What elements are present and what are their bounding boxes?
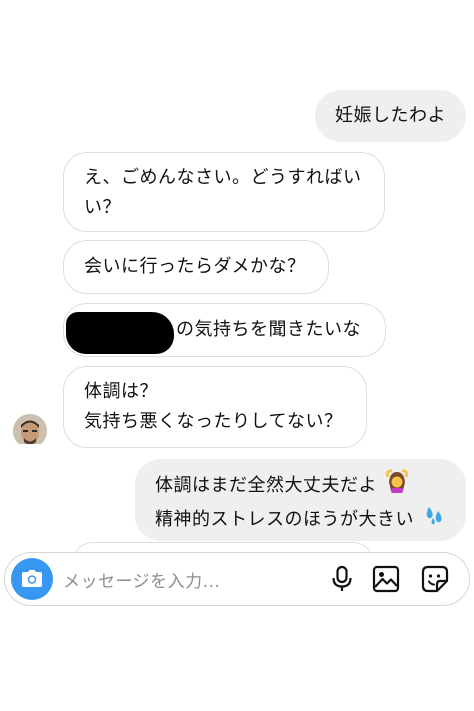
message-text: 体調は？ xyxy=(84,381,158,402)
message-input[interactable]: メッセージを入力... xyxy=(63,567,220,592)
sticker-button[interactable] xyxy=(420,564,450,594)
redaction-block xyxy=(66,312,174,354)
woman-gesturing-ok-icon xyxy=(385,469,409,503)
message-bubble-outgoing[interactable]: 体調はまだ全然大丈夫だよ 精神的ストレスのほうが大きい xyxy=(135,459,466,541)
message-bubble-incoming[interactable]: 体調は？ 気持ち悪くなったりしてない？ xyxy=(63,366,367,448)
microphone-icon xyxy=(332,565,352,591)
message-text: の気持ちを聞きたいな xyxy=(176,319,361,340)
message-composer: メッセージを入力... xyxy=(4,552,470,606)
message-text: い？ xyxy=(84,197,121,218)
message-bubble-incoming[interactable]: の気持ちを聞きたいな xyxy=(63,303,386,357)
microphone-button[interactable] xyxy=(327,564,357,594)
avatar[interactable] xyxy=(13,414,47,448)
gallery-button[interactable] xyxy=(371,564,401,594)
image-icon xyxy=(372,565,400,593)
camera-button[interactable] xyxy=(11,558,53,600)
message-bubble-incoming[interactable]: 会いに行ったらダメかな？ xyxy=(63,240,329,294)
message-bubble-outgoing[interactable]: 妊娠したわよ xyxy=(315,90,466,142)
message-text: 会いに行ったらダメかな？ xyxy=(84,256,306,277)
message-text: 気持ち悪くなったりしてない？ xyxy=(84,411,343,432)
sweat-droplets-icon xyxy=(422,503,446,537)
message-bubble-incoming[interactable]: え、ごめんなさい。どうすればい い？ xyxy=(63,152,385,232)
sticker-icon xyxy=(421,565,449,593)
camera-icon xyxy=(22,570,42,587)
message-text: 妊娠したわよ xyxy=(335,105,446,126)
message-text: 体調はまだ全然大丈夫だよ xyxy=(155,475,377,496)
message-text: え、ごめんなさい。どうすればい xyxy=(84,167,362,188)
message-text: 精神的ストレスのほうが大きい xyxy=(155,509,414,530)
